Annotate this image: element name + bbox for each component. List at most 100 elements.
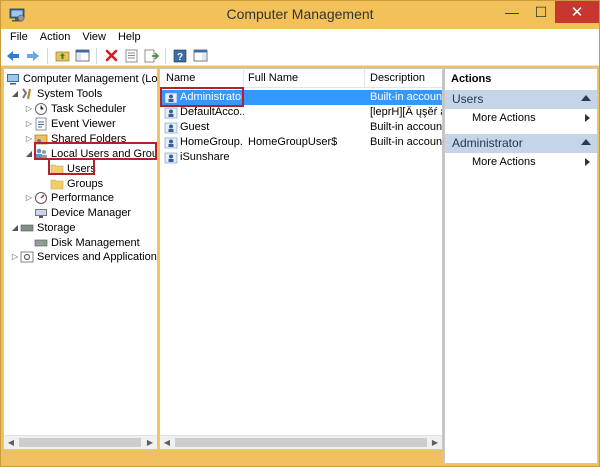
tree-item-system-tools[interactable]: ◢ System Tools [10,86,102,101]
tree-item-computer-management[interactable]: Computer Management (Local [6,71,157,86]
table-row[interactable]: Guest Built-in account [160,120,442,135]
cell-name: iSunshare [180,151,230,163]
tree-label: Device Manager [51,206,132,219]
delete-x-icon [105,49,117,62]
more-actions-users[interactable]: More Actions [445,109,597,127]
table-row[interactable]: DefaultAcco... [leprH][Â ųşěŕ а [160,105,442,120]
disk-icon [34,236,48,250]
menu-file[interactable]: File [4,29,34,46]
expand-triangle-icon[interactable]: ▷ [24,193,34,202]
list-horizontal-scrollbar[interactable]: ◀ ▶ [160,435,442,449]
tree-item-performance[interactable]: ▷ Performance [24,190,114,205]
tree-item-users[interactable]: Users [50,161,96,176]
expand-triangle-icon[interactable]: ▷ [24,119,34,128]
scroll-left-arrow-icon[interactable]: ◀ [4,436,18,449]
forward-button[interactable] [24,47,42,65]
folder-icon [50,177,64,191]
up-one-level-button[interactable] [53,47,71,65]
column-divider[interactable] [364,69,365,88]
cell-name: DefaultAcco... [180,106,244,118]
tree-item-storage[interactable]: ◢ Storage [10,220,76,235]
menu-view[interactable]: View [76,29,112,46]
action-pane-button[interactable] [191,47,209,65]
submenu-arrow-icon [585,114,590,122]
tree-label: Shared Folders [51,132,127,145]
toolbar-separator [96,47,97,64]
collapse-triangle-icon[interactable] [581,95,591,101]
collapse-triangle-icon[interactable]: ◢ [10,89,20,98]
cell-name: Administrator [180,91,242,103]
export-list-icon [144,49,159,62]
storage-icon [20,221,34,235]
tree-item-local-users-groups[interactable]: ◢ Local Users and Groups [24,146,157,161]
tree-item-services-applications[interactable]: ▷ Services and Applications [10,249,157,264]
tree-item-device-manager[interactable]: Device Manager [34,205,131,220]
title-bar[interactable]: Computer Management — ☐ ✕ [1,1,599,29]
cell-description: Built-in account [370,121,442,133]
show-hide-console-tree-button[interactable] [73,47,91,65]
properties-icon [125,49,137,62]
users-list-pane[interactable]: Name Full Name Description Administrator… [159,68,443,450]
actions-section-users[interactable]: Users [445,90,597,109]
table-row[interactable]: iSunshare [160,150,442,165]
tree-label: Groups [67,177,104,190]
toolbar-separator [47,47,48,64]
user-icon [164,152,178,164]
menu-action[interactable]: Action [34,29,77,46]
actions-title: Actions [451,73,492,85]
user-icon [164,92,178,104]
action-pane-icon [193,49,207,62]
section-label: Administrator [452,136,523,150]
column-header-description[interactable]: Description [370,72,425,84]
tree-item-task-scheduler[interactable]: ▷ Task Scheduler [24,101,126,116]
scrollbar-thumb[interactable] [19,438,141,447]
help-button[interactable]: ? [171,47,189,65]
table-row[interactable]: Administrator Built-in account [160,90,442,105]
tree-item-event-viewer[interactable]: ▷ Event Viewer [24,116,116,131]
export-list-button[interactable] [142,47,160,65]
performance-icon [34,191,48,205]
collapse-triangle-icon[interactable] [581,139,591,145]
maximize-button[interactable]: ☐ [528,1,554,23]
cell-description: Built-in account [370,136,442,148]
more-actions-administrator[interactable]: More Actions [445,153,597,171]
cell-name: HomeGroup... [180,136,244,148]
user-icon [164,107,178,119]
tree-label: Event Viewer [51,117,116,130]
column-header-name[interactable]: Name [166,72,195,84]
console-tree-icon [75,49,89,62]
scroll-right-arrow-icon[interactable]: ▶ [143,436,157,449]
expand-triangle-icon[interactable]: ▷ [10,252,20,261]
section-label: Users [452,92,484,106]
cell-description: Built-in account [370,91,442,103]
close-button[interactable]: ✕ [555,1,599,23]
menu-help[interactable]: Help [112,29,147,46]
scrollbar-thumb[interactable] [175,438,427,447]
actions-pane: Actions Users More Actions Administrator… [444,68,598,464]
help-icon: ? [173,49,187,63]
toolbar: ? [1,46,599,66]
delete-button[interactable] [102,47,120,65]
collapse-triangle-icon[interactable]: ◢ [10,223,20,232]
properties-button[interactable] [122,47,140,65]
minimize-button[interactable]: — [498,1,526,23]
column-divider[interactable] [243,69,244,88]
tree-horizontal-scrollbar[interactable]: ◀ ▶ [4,435,157,449]
shared-folder-icon [34,132,48,146]
folder-icon [50,162,64,176]
scroll-right-arrow-icon[interactable]: ▶ [428,436,442,449]
back-button[interactable] [4,47,22,65]
user-icon [164,122,178,134]
tree-item-groups[interactable]: Groups [50,176,103,191]
expand-triangle-icon[interactable]: ▷ [24,134,34,143]
console-tree-pane[interactable]: Computer Management (Local ◢ System Tool… [3,68,158,450]
scroll-left-arrow-icon[interactable]: ◀ [160,436,174,449]
actions-section-administrator[interactable]: Administrator [445,134,597,153]
action-label: More Actions [472,112,536,124]
collapse-triangle-icon[interactable]: ◢ [24,149,34,158]
tree-item-disk-management[interactable]: Disk Management [34,235,140,250]
column-header-full-name[interactable]: Full Name [248,72,298,84]
table-row[interactable]: HomeGroup... HomeGroupUser$ Built-in acc… [160,135,442,150]
tree-item-shared-folders[interactable]: ▷ Shared Folders [24,131,126,146]
expand-triangle-icon[interactable]: ▷ [24,104,34,113]
